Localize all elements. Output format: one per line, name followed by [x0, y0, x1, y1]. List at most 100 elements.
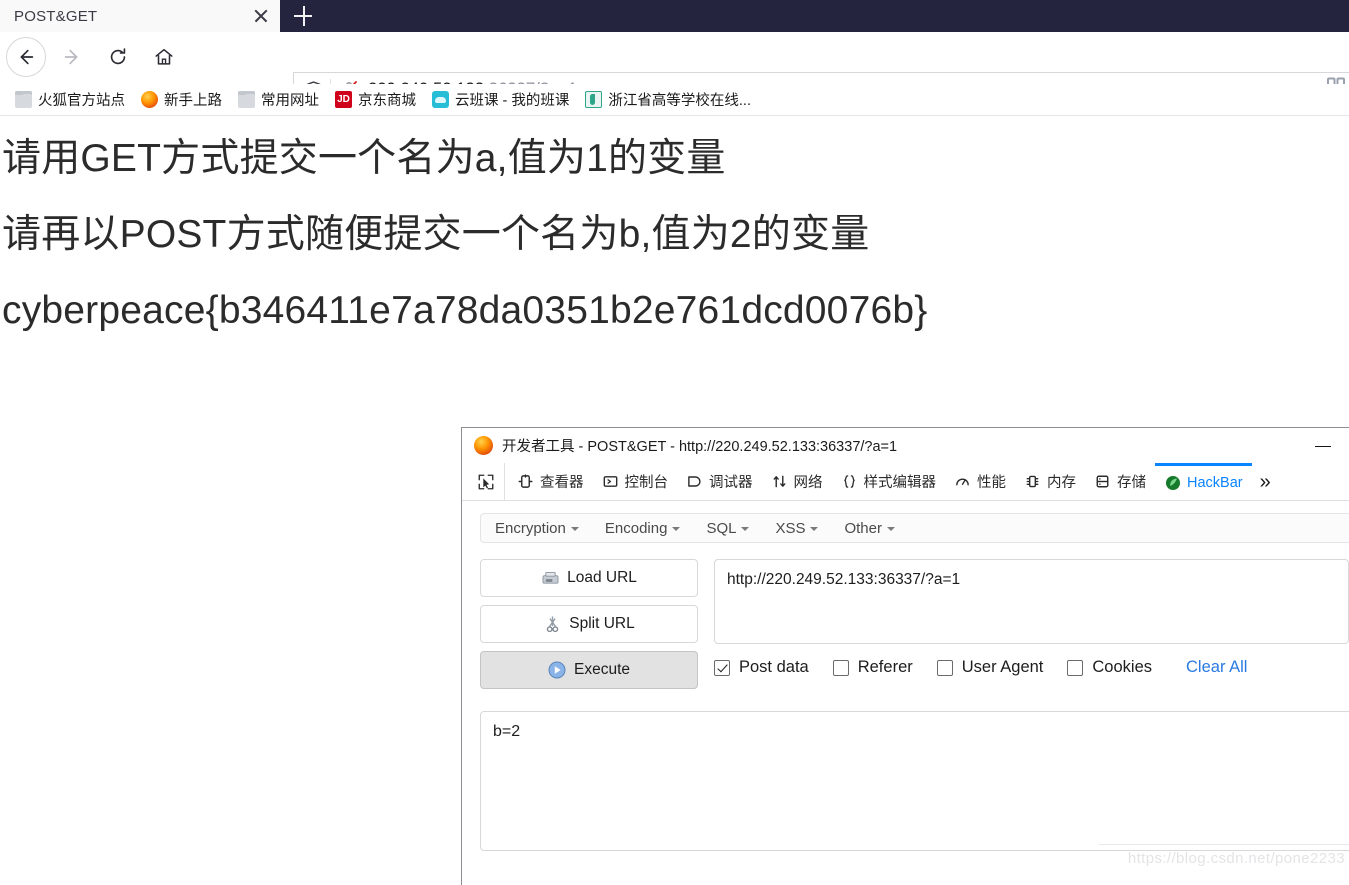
hackbar-body: Load URL Split URL Execute http://220.24…	[476, 559, 1349, 697]
button-label: Load URL	[567, 569, 637, 586]
bookmark-label: 云班课 - 我的班课	[455, 93, 570, 109]
reload-icon	[110, 48, 126, 65]
checkbox-user-agent[interactable]: User Agent	[936, 658, 1043, 677]
button-label: Split URL	[569, 615, 635, 632]
chevron-down-icon	[570, 526, 579, 531]
style-editor-icon	[841, 473, 858, 490]
clear-all-link[interactable]: Clear All	[1186, 658, 1247, 677]
element-picker-icon[interactable]	[468, 463, 505, 500]
load-url-button[interactable]: Load URL	[480, 559, 698, 597]
tab-console[interactable]: 控制台	[593, 463, 678, 500]
menu-sql[interactable]: SQL	[706, 519, 750, 537]
page-line-get-instruction: 请用GET方式提交一个名为a,值为1的变量	[2, 137, 726, 180]
network-icon	[771, 473, 788, 490]
bookmark-item-jd[interactable]: JD 京东商城	[328, 87, 423, 113]
tab-style-editor[interactable]: 样式编辑器	[832, 463, 946, 500]
menu-label: Encryption	[495, 519, 566, 537]
folder-icon	[15, 91, 32, 108]
menu-label: SQL	[706, 519, 737, 537]
arrow-right-icon	[64, 49, 78, 65]
bookmark-item-getting-started[interactable]: 新手上路	[134, 87, 229, 113]
devtools-window: 开发者工具 - POST&GET - http://220.249.52.133…	[461, 427, 1349, 885]
forward-button[interactable]	[52, 37, 92, 77]
tab-title: POST&GET	[14, 7, 98, 25]
book-icon	[585, 91, 603, 108]
home-icon	[155, 48, 173, 65]
bookmark-label: 新手上路	[164, 93, 222, 109]
checkbox-label: Post data	[739, 658, 809, 676]
bookmark-item-yunbanke[interactable]: 云班课 - 我的班课	[425, 87, 576, 113]
tab-label: 网络	[793, 475, 823, 491]
post-data-textarea[interactable]: b=2	[480, 711, 1349, 851]
menu-xss[interactable]: XSS	[775, 520, 819, 537]
checkbox-box[interactable]	[936, 659, 953, 676]
tab-inspector[interactable]: 查看器	[508, 463, 593, 500]
new-tab-button[interactable]	[286, 0, 320, 32]
menu-encryption[interactable]: Encryption	[495, 520, 579, 537]
watermark-text: https://blog.csdn.net/pone2233	[1127, 850, 1345, 867]
bookmark-label: 常用网址	[261, 93, 319, 109]
bookmarks-toolbar: 火狐官方站点 新手上路 常用网址 JD 京东商城 云班课 - 我的班课 浙江省高…	[0, 84, 1349, 116]
page-line-flag: cyberpeace{b346411e7a78da0351b2e761dcd00…	[2, 289, 928, 332]
navigation-toolbar: 220.249.52.133:36337/?a=1	[0, 32, 1349, 106]
menu-label: Other	[844, 519, 882, 537]
tab-performance[interactable]: 性能	[945, 463, 1015, 500]
bookmark-item-firefox-site[interactable]: 火狐官方站点	[8, 87, 132, 113]
split-url-button[interactable]: Split URL	[480, 605, 698, 643]
minimize-button[interactable]	[1309, 434, 1339, 458]
home-button[interactable]	[144, 37, 184, 77]
chevron-down-icon	[886, 526, 895, 531]
arrow-left-icon	[20, 49, 34, 65]
chevron-down-icon	[672, 526, 681, 531]
checkbox-box[interactable]	[832, 659, 849, 676]
cloud-icon	[432, 91, 449, 108]
checkbox-label: Referer	[857, 658, 913, 676]
menu-other[interactable]: Other	[844, 520, 895, 537]
tab-storage[interactable]: 存储	[1085, 463, 1155, 500]
memory-icon	[1024, 473, 1041, 490]
button-label: Execute	[573, 661, 630, 678]
execute-button[interactable]: Execute	[480, 651, 698, 689]
folder-icon	[238, 91, 255, 108]
back-button[interactable]	[6, 37, 46, 77]
tab-label: 样式编辑器	[863, 475, 937, 491]
chevron-down-icon	[810, 526, 819, 531]
checkbox-box[interactable]	[1067, 659, 1084, 676]
scissors-icon	[543, 615, 561, 633]
hackbar-icon	[1164, 475, 1181, 492]
tab-label: 控制台	[624, 475, 669, 491]
load-url-icon	[541, 569, 559, 587]
firefox-icon	[141, 91, 158, 108]
bookmark-label: 火狐官方站点	[38, 93, 125, 109]
hackbar-options-row: Post data Referer User Agent Cookies Cle…	[714, 658, 1349, 677]
hackbar-url-column: http://220.249.52.133:36337/?a=1 Post da…	[714, 559, 1349, 697]
browser-window: POST&GET 火狐官方站点 新手上路 常用网址 JD 京东商城 云班课 - …	[0, 0, 1349, 885]
chevron-double-right-icon[interactable]: »	[1252, 463, 1279, 500]
tab-label: 性能	[977, 475, 1006, 491]
checkbox-box[interactable]	[714, 659, 730, 676]
menu-encoding[interactable]: Encoding	[605, 520, 681, 537]
performance-icon	[954, 473, 971, 490]
checkbox-post-data[interactable]: Post data	[714, 658, 809, 677]
hackbar-button-column: Load URL Split URL Execute	[480, 559, 698, 697]
checkbox-cookies[interactable]: Cookies	[1067, 658, 1152, 677]
tab-debugger[interactable]: 调试器	[677, 463, 762, 500]
bookmark-item-zhejiang[interactable]: 浙江省高等学校在线...	[578, 87, 758, 113]
tab-network[interactable]: 网络	[762, 463, 832, 500]
tab-label: HackBar	[1187, 475, 1243, 491]
checkbox-referer[interactable]: Referer	[832, 658, 913, 677]
menu-label: Encoding	[604, 519, 668, 537]
bookmark-item-common-sites[interactable]: 常用网址	[231, 87, 326, 113]
bookmark-label: 京东商城	[358, 93, 416, 109]
close-icon[interactable]	[248, 3, 274, 29]
url-textarea[interactable]: http://220.249.52.133:36337/?a=1	[714, 559, 1349, 644]
devtools-titlebar: 开发者工具 - POST&GET - http://220.249.52.133…	[462, 428, 1349, 463]
hackbar-panel: Encryption Encoding SQL XSS Other Contri…	[462, 501, 1349, 884]
tab-memory[interactable]: 内存	[1015, 463, 1085, 500]
tab-label: 内存	[1047, 475, 1076, 491]
bookmark-label: 浙江省高等学校在线...	[608, 93, 751, 109]
browser-tab-active[interactable]: POST&GET	[0, 0, 280, 32]
tab-hackbar[interactable]: HackBar	[1155, 463, 1252, 500]
reload-button[interactable]	[98, 37, 138, 77]
console-icon	[602, 473, 619, 490]
